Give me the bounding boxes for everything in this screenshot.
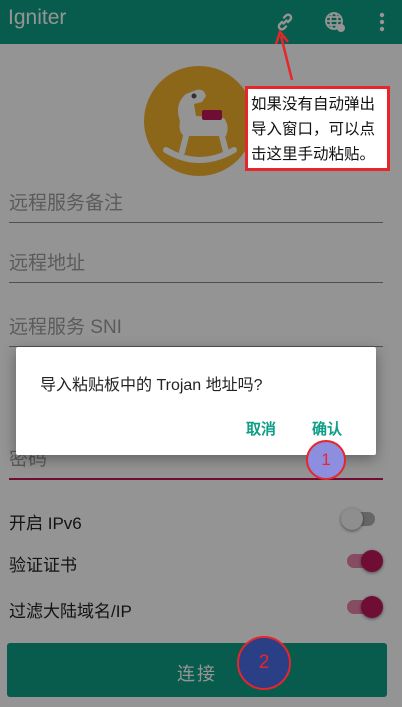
marker-2-label: 2 [258,652,270,673]
step-marker-2: 2 [237,636,291,690]
callout-text: 如果没有自动弹出导入窗口，可以点击这里手动粘贴。 [251,95,376,163]
annotation-callout: 如果没有自动弹出导入窗口，可以点击这里手动粘贴。 [245,86,390,171]
marker-1-label: 1 [321,450,331,469]
step-marker-1: 1 [306,440,346,480]
